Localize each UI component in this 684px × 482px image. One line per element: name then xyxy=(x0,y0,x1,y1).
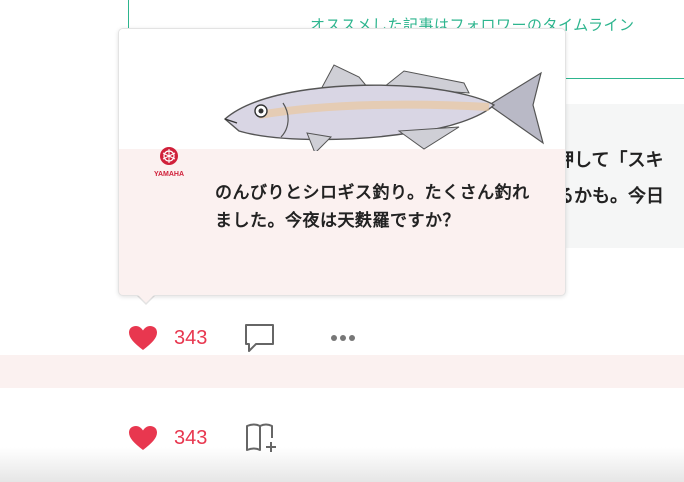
logo-text: YAMAHA xyxy=(153,171,185,178)
add-to-magazine-icon[interactable] xyxy=(244,422,280,454)
like-count[interactable]: 343 xyxy=(174,327,236,350)
heart-icon[interactable] xyxy=(128,425,158,451)
author-avatar[interactable]: YAMAHA xyxy=(149,145,189,187)
post-caption[interactable]: のんびりとシロギス釣り。たくさん釣れました。今夜は天麩羅ですか？ xyxy=(215,179,537,235)
like-count[interactable]: 343 xyxy=(174,427,236,450)
fish-illustration xyxy=(223,64,544,151)
post-popover[interactable]: YAMAHA のんびりとシロギス釣り。たくさん釣れました。今夜は天麩羅ですか？ xyxy=(118,28,566,296)
more-options-icon[interactable] xyxy=(330,333,358,343)
yamaha-logo-icon xyxy=(160,147,178,165)
post-actions-2: 343 xyxy=(128,421,280,455)
post-actions: 343 xyxy=(128,321,358,355)
comment-icon[interactable] xyxy=(244,323,276,353)
info-box-line-1: 押して「スキ xyxy=(556,150,664,171)
info-box-line-2: るかも。今日 xyxy=(556,186,664,207)
popover-arrow xyxy=(136,293,156,303)
highlight-band xyxy=(0,355,684,388)
heart-icon[interactable] xyxy=(128,325,158,351)
bottom-fade xyxy=(0,395,684,482)
